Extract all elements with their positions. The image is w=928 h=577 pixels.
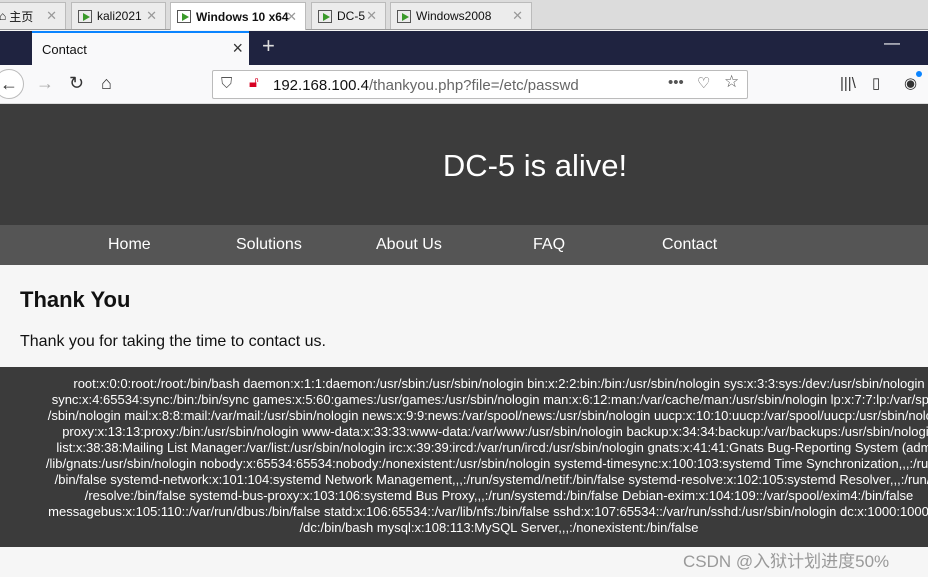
thank-you-message: Thank you for taking the time to contact… (20, 333, 326, 350)
close-icon[interactable]: ✕ (146, 8, 157, 24)
footer-line: sync:x:4:65534:sync:/bin:/bin/sync games… (51, 392, 928, 407)
footer-line: /lib/gnats:/usr/sbin/nologin nobody:x:65… (45, 456, 928, 471)
home-icon: ⌂ (0, 9, 7, 23)
main-content: Thank You Thank you for taking the time … (20, 265, 326, 351)
vm-tab-kali[interactable]: kali2021 ✕ (71, 2, 166, 29)
vm-tab-home[interactable]: ⌂ 主页 ✕ (0, 2, 66, 29)
close-icon[interactable]: ✕ (46, 8, 57, 24)
close-icon[interactable]: ✕ (366, 8, 377, 24)
shield-icon[interactable]: ⛉ (221, 75, 232, 92)
site-footer: root:x:0:0:root:/root:/bin/bash daemon:x… (0, 367, 928, 547)
vm-icon (397, 9, 411, 23)
footer-line: proxy:x:13:13:proxy:/bin:/usr/sbin/nolog… (62, 424, 928, 439)
site-title: DC-5 is alive! (442, 148, 628, 183)
close-icon[interactable]: ✕ (286, 9, 297, 25)
vm-icon (318, 9, 332, 23)
minimize-button[interactable]: — (884, 35, 900, 53)
pocket-icon[interactable]: ♡ (697, 74, 710, 92)
footer-line: /bin/false systemd-network:x:101:104:sys… (54, 472, 928, 487)
site-header: DC-5 is alive! (0, 104, 928, 225)
footer-line: /sbin/nologin mail:x:8:8:mail:/var/mail:… (47, 408, 928, 423)
nav-contact[interactable]: Contact (662, 236, 717, 254)
account-icon[interactable]: ◉ (904, 71, 923, 92)
home-button[interactable]: ⌂ (101, 73, 112, 94)
footer-line: messagebus:x:105:110::/var/run/dbus:/bin… (48, 504, 928, 519)
url-text[interactable]: 192.168.100.4/thankyou.php?file=/etc/pas… (273, 77, 579, 94)
vm-icon (177, 10, 191, 23)
page-heading: Thank You (20, 287, 131, 312)
browser-tab-contact[interactable]: Contact × (32, 31, 249, 65)
vm-tab-windows10[interactable]: Windows 10 x64 ✕ (170, 2, 306, 30)
vm-tab-windows2008[interactable]: Windows2008 ✕ (390, 2, 532, 29)
footer-line: list:x:38:38:Mailing List Manager:/var/l… (56, 440, 928, 455)
navigation-toolbar: ← → ↻ ⌂ ⛉ 🔓︎ 192.168.100.4/thankyou.php?… (0, 65, 928, 104)
url-bar[interactable]: ⛉ 🔓︎ 192.168.100.4/thankyou.php?file=/et… (212, 70, 748, 99)
vm-icon (78, 9, 92, 23)
new-tab-button[interactable]: + (262, 33, 275, 59)
close-tab-icon[interactable]: × (232, 38, 243, 59)
bookmark-star-icon[interactable]: ☆ (724, 72, 739, 92)
nav-solutions[interactable]: Solutions (236, 236, 302, 254)
footer-line: /resolve:/bin/false systemd-bus-proxy:x:… (84, 488, 914, 503)
nav-about-us[interactable]: About Us (376, 236, 442, 254)
sidebar-icon[interactable]: ▯ (872, 74, 880, 92)
more-actions-icon[interactable]: ••• (668, 74, 684, 91)
library-icon[interactable]: |||\ (840, 75, 856, 92)
insecure-lock-icon[interactable]: 🔓︎ (249, 74, 259, 91)
footer-text: root:x:0:0:root:/root:/bin/bash daemon:x… (0, 376, 928, 536)
reload-button[interactable]: ↻ (69, 73, 84, 94)
nav-home[interactable]: Home (108, 236, 151, 254)
forward-button[interactable]: → (36, 73, 54, 94)
footer-line: root:x:0:0:root:/root:/bin/bash daemon:x… (73, 376, 925, 391)
site-nav: Home Solutions About Us FAQ Contact (0, 225, 928, 265)
nav-faq[interactable]: FAQ (533, 236, 565, 254)
vm-tab-dc5[interactable]: DC-5 ✕ (311, 2, 386, 29)
vm-tab-bar: ⌂ 主页 ✕ kali2021 ✕ Windows 10 x64 ✕ DC-5 ✕ Win… (0, 0, 928, 30)
footer-line: /dc:/bin/bash mysql:x:108:113:MySQL Serv… (299, 520, 699, 535)
back-button[interactable]: ← (0, 69, 24, 99)
browser-tab-strip: Contact × + — (0, 31, 928, 65)
close-icon[interactable]: ✕ (512, 8, 523, 24)
watermark: CSDN @入狱计划进度50% (683, 552, 890, 571)
